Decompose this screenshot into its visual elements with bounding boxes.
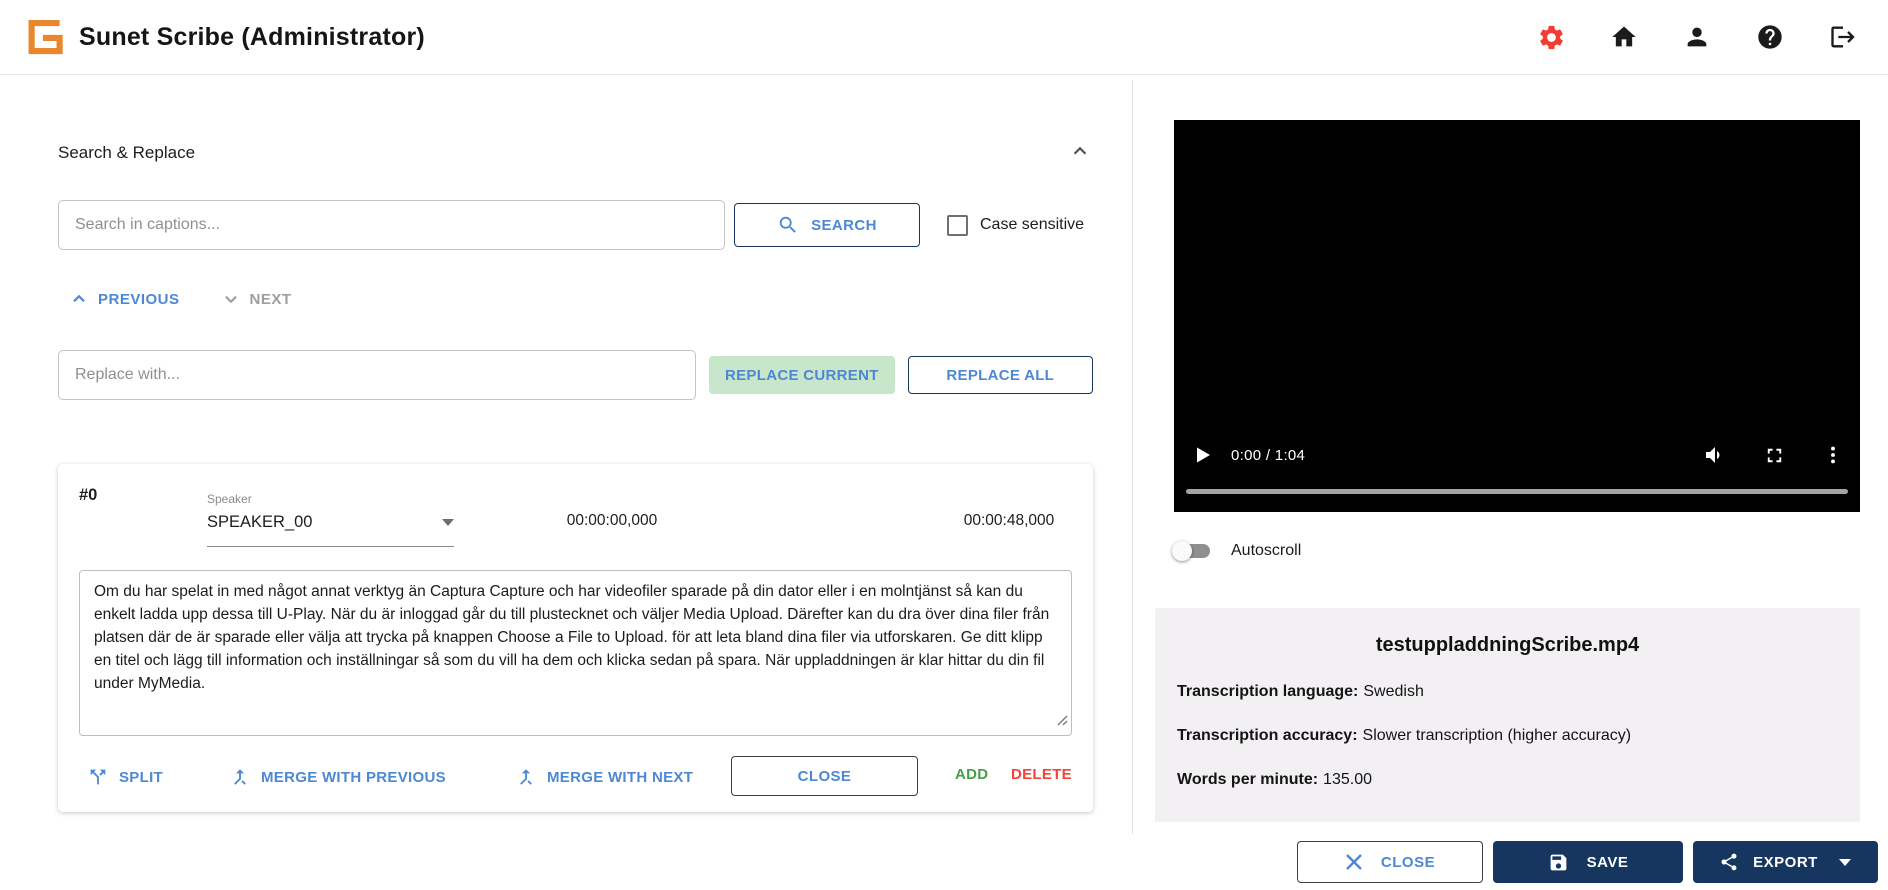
video-progress-bar[interactable] (1186, 489, 1848, 494)
delete-caption-button[interactable]: DELETE (1011, 766, 1072, 783)
split-button[interactable]: SPLIT (87, 766, 163, 788)
media-info-row: Transcription language: Swedish (1177, 683, 1838, 701)
next-match-button[interactable]: NEXT (220, 288, 292, 310)
footer-close-label: CLOSE (1381, 854, 1435, 871)
media-info-label: Transcription language: (1177, 683, 1358, 700)
close-x-icon (1345, 853, 1363, 871)
merge-next-label: MERGE WITH NEXT (547, 769, 693, 786)
search-nav-row: PREVIOUS NEXT (68, 288, 292, 310)
video-controls-right (1703, 443, 1844, 467)
caption-close-button[interactable]: CLOSE (731, 756, 918, 796)
chevron-up-icon (68, 288, 90, 310)
footer-save-button[interactable]: SAVE (1493, 841, 1683, 883)
merge-previous-label: MERGE WITH PREVIOUS (261, 769, 446, 786)
footer-export-label: EXPORT (1753, 854, 1818, 871)
media-info-value: 135.00 (1323, 771, 1372, 788)
sunet-logo-icon (22, 16, 64, 58)
merge-up-icon (229, 766, 251, 788)
merge-with-previous-button[interactable]: MERGE WITH PREVIOUS (229, 766, 446, 788)
footer-close-button[interactable]: CLOSE (1297, 841, 1483, 883)
caption-textarea[interactable]: Om du har spelat in med något annat verk… (79, 570, 1072, 736)
editor-panel: Search & Replace SEARCH Case sensitive P (0, 76, 1132, 890)
footer-export-button[interactable]: EXPORT (1693, 841, 1878, 883)
chevron-down-icon (220, 288, 242, 310)
media-info-label: Transcription accuracy: (1177, 727, 1358, 744)
case-sensitive-checkbox[interactable] (947, 215, 968, 236)
play-icon[interactable] (1190, 443, 1214, 467)
caption-card: #0 Speaker SPEAKER_00 00:00:00,000 00:00… (58, 464, 1093, 812)
app-header: Sunet Scribe (Administrator) (0, 0, 1888, 75)
merge-with-next-button[interactable]: MERGE WITH NEXT (515, 766, 693, 788)
volume-icon[interactable] (1703, 443, 1727, 467)
export-caret-icon (1838, 858, 1852, 867)
search-icon (777, 214, 799, 236)
fullscreen-icon[interactable] (1763, 444, 1786, 467)
replace-row: REPLACE CURRENT REPLACE ALL (58, 350, 1093, 400)
header-actions (1536, 22, 1858, 52)
previous-label: PREVIOUS (98, 291, 180, 308)
search-replace-title: Search & Replace (58, 143, 195, 163)
caption-index: #0 (79, 486, 97, 505)
media-info-row: Words per minute: 135.00 (1177, 771, 1838, 789)
case-sensitive-label: Case sensitive (980, 216, 1084, 234)
media-info-label: Words per minute: (1177, 771, 1318, 788)
share-icon (1719, 852, 1739, 872)
kebab-menu-icon[interactable] (1822, 444, 1844, 466)
autoscroll-row: Autoscroll (1174, 542, 1301, 560)
replace-current-button[interactable]: REPLACE CURRENT (709, 356, 894, 394)
footer-save-label: SAVE (1587, 854, 1629, 871)
media-info-card: testuppladdningScribe.mp4 Transcription … (1155, 608, 1860, 822)
page-title: Sunet Scribe (Administrator) (79, 23, 425, 52)
replace-input[interactable] (58, 350, 696, 400)
media-info-row: Transcription accuracy: Slower transcript… (1177, 727, 1838, 745)
home-icon[interactable] (1609, 22, 1639, 52)
autoscroll-toggle[interactable] (1174, 544, 1210, 558)
caption-start-time: 00:00:00,000 (512, 512, 712, 530)
media-panel: 0:00 / 1:04 Autoscroll (1133, 76, 1888, 890)
search-row: SEARCH Case sensitive (58, 200, 1093, 250)
help-icon[interactable] (1755, 22, 1785, 52)
autoscroll-label: Autoscroll (1231, 542, 1301, 560)
merge-down-icon (515, 766, 537, 788)
caption-text-wrapper: Om du har spelat in med något annat verk… (79, 570, 1072, 736)
caption-actions: SPLIT MERGE WITH PREVIOUS MERGE WITH NEX… (58, 756, 1093, 800)
video-time-display: 0:00 / 1:04 (1231, 447, 1305, 464)
next-label: NEXT (250, 291, 292, 308)
main-content: Search & Replace SEARCH Case sensitive P (0, 76, 1888, 890)
split-label: SPLIT (119, 769, 163, 786)
logout-icon[interactable] (1828, 22, 1858, 52)
search-replace-header: Search & Replace (58, 138, 1093, 167)
search-button-label: SEARCH (811, 217, 877, 234)
media-filename: testuppladdningScribe.mp4 (1177, 634, 1838, 657)
speaker-value: SPEAKER_00 (207, 513, 312, 532)
speaker-select[interactable]: Speaker SPEAKER_00 (207, 492, 454, 547)
search-input[interactable] (58, 200, 725, 250)
caption-end-time: 00:00:48,000 (909, 512, 1109, 530)
media-info-value: Slower transcription (higher accuracy) (1363, 727, 1632, 744)
media-info-value: Swedish (1363, 683, 1423, 700)
profile-icon[interactable] (1682, 22, 1712, 52)
settings-icon[interactable] (1536, 22, 1566, 52)
footer-bar: CLOSE SAVE EXPORT (0, 834, 1888, 890)
collapse-chevron-up-icon[interactable] (1067, 138, 1093, 167)
split-icon (87, 766, 109, 788)
save-icon (1548, 852, 1569, 873)
brand: Sunet Scribe (Administrator) (22, 16, 425, 58)
dropdown-arrow-icon (442, 519, 454, 527)
search-button[interactable]: SEARCH (734, 203, 920, 247)
previous-match-button[interactable]: PREVIOUS (68, 288, 180, 310)
speaker-field-label: Speaker (207, 492, 454, 506)
replace-all-button[interactable]: REPLACE ALL (908, 356, 1093, 394)
video-player[interactable]: 0:00 / 1:04 (1174, 120, 1860, 512)
video-controls: 0:00 / 1:04 (1174, 438, 1860, 472)
add-caption-button[interactable]: ADD (955, 766, 988, 783)
